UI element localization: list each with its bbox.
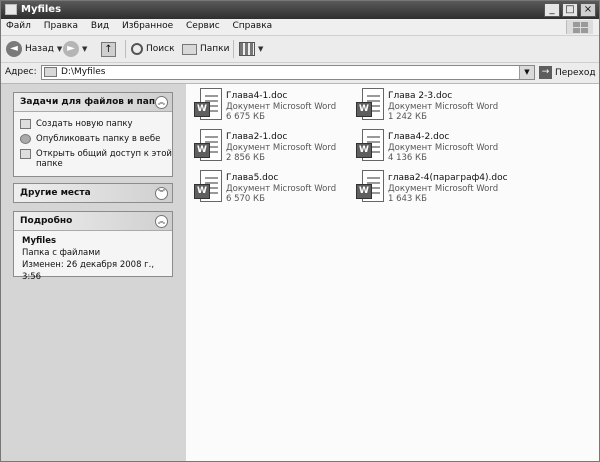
- file-size: 1 643 КБ: [388, 194, 427, 204]
- file-folder-tasks-panel: Задачи для файлов и папок ︽ Создать нову…: [13, 92, 173, 177]
- task-new-folder[interactable]: Создать новую папку: [14, 119, 172, 129]
- details-panel-header[interactable]: Подробно ︽: [14, 212, 172, 231]
- menu-view[interactable]: Вид: [86, 19, 114, 33]
- file-size: 6 570 КБ: [226, 194, 265, 204]
- forward-dropdown-icon[interactable]: ▼: [82, 45, 87, 53]
- toolbar: ◄ Назад ▼ ► ▼ ↑ Поиск Папки ▼: [1, 36, 599, 63]
- explorer-window: Myfiles _ □ × Файл Правка Вид Избранное …: [0, 0, 600, 462]
- globe-icon: [20, 134, 31, 144]
- address-label: Адрес:: [5, 67, 37, 77]
- minimize-button[interactable]: _: [544, 3, 560, 17]
- task-pane: Задачи для файлов и папок ︽ Создать нову…: [1, 84, 186, 461]
- new-folder-icon: [20, 119, 31, 129]
- word-document-icon: W: [356, 170, 384, 204]
- task-publish-web[interactable]: Опубликовать папку в вебе: [14, 134, 172, 144]
- address-input[interactable]: D:\Myfiles ▼: [41, 65, 535, 80]
- address-dropdown-icon[interactable]: ▼: [519, 66, 534, 79]
- file-size: 6 675 КБ: [226, 112, 265, 122]
- go-arrow-icon: →: [539, 66, 552, 79]
- details-panel-title: Подробно: [20, 216, 73, 226]
- file-name: глава2-4(параграф4).doc: [388, 173, 508, 183]
- other-places-title: Другие места: [20, 188, 91, 198]
- search-icon: [131, 43, 143, 55]
- file-type: Документ Microsoft Word: [388, 143, 499, 153]
- file-type: Документ Microsoft Word: [226, 102, 337, 112]
- title-bar: Myfiles _ □ ×: [1, 1, 599, 19]
- folders-button[interactable]: Папки: [182, 40, 229, 58]
- word-document-icon: W: [356, 88, 384, 122]
- file-item[interactable]: W Глава4-2.doc Документ Microsoft Word 4…: [356, 129, 556, 169]
- folder-up-icon: ↑: [101, 41, 116, 57]
- close-button[interactable]: ×: [580, 3, 596, 17]
- forward-button[interactable]: ► ▼: [63, 40, 87, 58]
- file-size: 1 242 КБ: [388, 112, 427, 122]
- views-icon: [239, 42, 255, 56]
- folder-icon: [5, 4, 17, 15]
- forward-arrow-icon: ►: [63, 41, 79, 57]
- word-document-icon: W: [194, 170, 222, 204]
- tasks-panel-title: Задачи для файлов и папок: [20, 97, 168, 107]
- file-name: Глава5.doc: [226, 173, 279, 183]
- views-dropdown-icon[interactable]: ▼: [258, 45, 263, 53]
- task-label: Открыть общий доступ к этой папке: [36, 149, 172, 169]
- menu-file[interactable]: Файл: [1, 19, 36, 33]
- go-button[interactable]: → Переход: [539, 66, 596, 79]
- file-type: Документ Microsoft Word: [388, 102, 499, 112]
- back-arrow-icon: ◄: [6, 41, 22, 57]
- folders-icon: [182, 43, 197, 55]
- windows-logo-icon: [566, 20, 593, 34]
- file-name: Глава 2-3.doc: [388, 91, 453, 101]
- details-type: Папка с файлами: [22, 248, 101, 258]
- back-label: Назад: [25, 44, 54, 54]
- file-list: W Глава4-1.doc Документ Microsoft Word 6…: [186, 84, 599, 461]
- window-title: Myfiles: [21, 4, 62, 15]
- address-value: D:\Myfiles: [61, 67, 106, 77]
- other-places-panel: Другие места ︾: [13, 183, 173, 203]
- views-button[interactable]: ▼: [239, 40, 263, 58]
- menu-help[interactable]: Справка: [228, 19, 278, 33]
- expand-chevron-icon[interactable]: ︾: [155, 187, 168, 200]
- menu-tools[interactable]: Сервис: [181, 19, 225, 33]
- folders-label: Папки: [200, 44, 230, 54]
- file-name: Глава2-1.doc: [226, 132, 288, 142]
- search-button[interactable]: Поиск: [131, 40, 175, 58]
- address-bar: Адрес: D:\Myfiles ▼ → Переход: [1, 63, 599, 84]
- file-name: Глава4-2.doc: [388, 132, 450, 142]
- file-type: Документ Microsoft Word: [388, 184, 499, 194]
- task-label: Опубликовать папку в вебе: [36, 134, 161, 144]
- file-item[interactable]: W глава2-4(параграф4).doc Документ Micro…: [356, 170, 556, 210]
- word-document-icon: W: [356, 129, 384, 163]
- word-document-icon: W: [194, 88, 222, 122]
- collapse-chevron-icon[interactable]: ︽: [155, 215, 168, 228]
- task-share-folder[interactable]: Открыть общий доступ к этой папке: [14, 149, 172, 169]
- word-document-icon: W: [194, 129, 222, 163]
- file-size: 2 856 КБ: [226, 153, 265, 163]
- back-button[interactable]: ◄ Назад ▼: [6, 40, 62, 58]
- file-type: Документ Microsoft Word: [226, 184, 337, 194]
- go-label: Переход: [555, 67, 596, 78]
- menu-edit[interactable]: Правка: [39, 19, 83, 33]
- share-folder-icon: [20, 149, 31, 159]
- file-size: 4 136 КБ: [388, 153, 427, 163]
- details-modified: Изменен: 26 декабря 2008 г., 3:56: [22, 260, 155, 282]
- collapse-chevron-icon[interactable]: ︽: [155, 96, 168, 109]
- maximize-button[interactable]: □: [562, 3, 578, 17]
- menu-bar: Файл Правка Вид Избранное Сервис Справка: [1, 19, 599, 36]
- details-panel: Подробно ︽ Myfiles Папка с файлами Измен…: [13, 211, 173, 282]
- folder-icon: [44, 67, 57, 77]
- tasks-panel-header[interactable]: Задачи для файлов и папок ︽: [14, 93, 172, 112]
- back-dropdown-icon[interactable]: ▼: [57, 45, 62, 53]
- up-button[interactable]: ↑: [101, 40, 116, 58]
- task-label: Создать новую папку: [36, 119, 133, 129]
- search-label: Поиск: [146, 44, 175, 54]
- file-name: Глава4-1.doc: [226, 91, 288, 101]
- details-name: Myfiles: [22, 236, 57, 246]
- file-type: Документ Microsoft Word: [226, 143, 337, 153]
- other-places-header[interactable]: Другие места ︾: [14, 184, 172, 202]
- menu-favorites[interactable]: Избранное: [117, 19, 178, 33]
- file-item[interactable]: W Глава 2-3.doc Документ Microsoft Word …: [356, 88, 556, 128]
